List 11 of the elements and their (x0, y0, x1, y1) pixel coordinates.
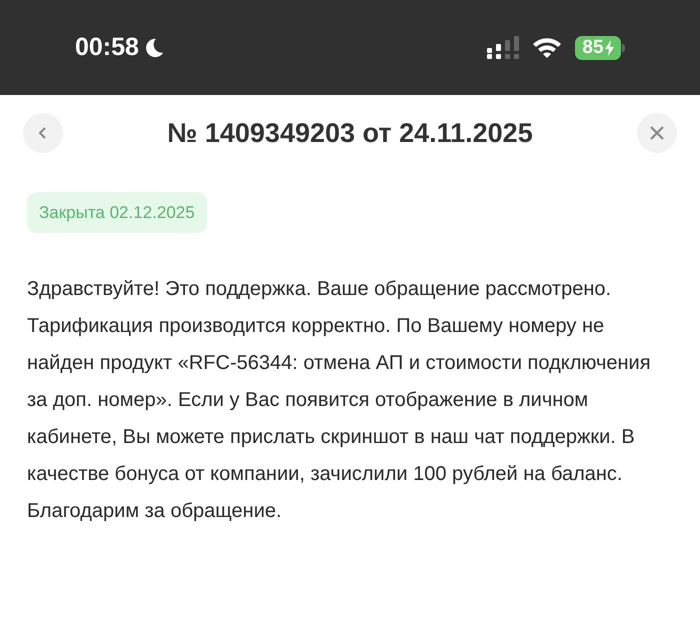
wifi-icon (531, 36, 563, 60)
message-text: Здравствуйте! Это поддержка. Ваше обращение рассмотрено. Тарификация производится корректно. По Вашему номеру не найден продукт «RFC-56344: отмена АП и стоимости подключения за доп. номер». Если у Вас появится отображение в личном кабинете, Вы можете прислать скриншот в наш чат поддержки. В качестве бонуса от компании, зачислили 100 рублей на баланс. Благодарим за обращение. (27, 277, 652, 524)
page-title: № 1409349203 от 24.11.2025 (167, 117, 533, 150)
close-icon (648, 125, 665, 142)
status-badge: Закрыта 02.12.2025 (27, 192, 207, 233)
chevron-left-icon (38, 126, 48, 140)
signal-icon (487, 36, 519, 60)
battery-level: 85 (582, 38, 604, 57)
close-button[interactable] (636, 113, 677, 154)
clock: 00:58 (75, 32, 139, 63)
charging-icon (604, 40, 614, 56)
